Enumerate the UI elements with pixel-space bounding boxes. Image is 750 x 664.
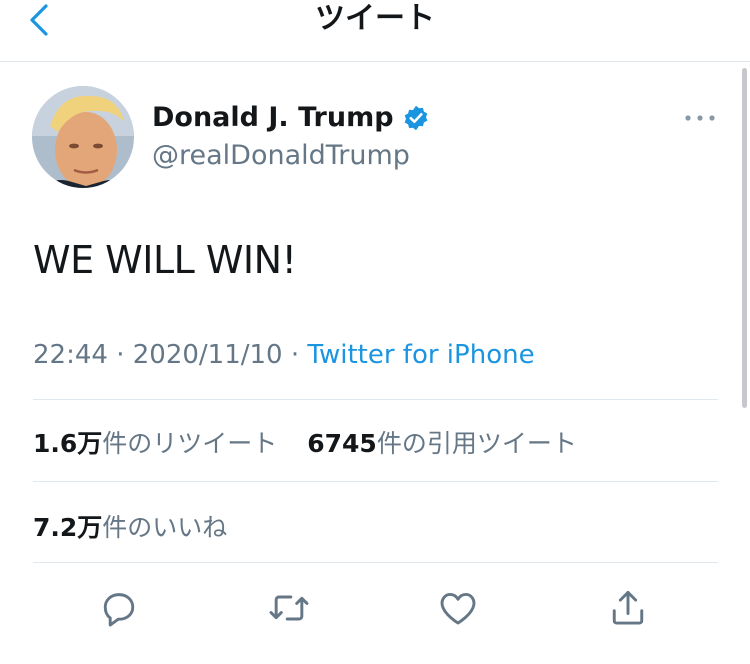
reply-icon [103, 593, 135, 627]
retweets-label: 件のリツイート [102, 429, 278, 458]
retweets-count: 1.6万 [33, 429, 103, 458]
meta-separator: · [116, 340, 125, 370]
likes-count: 7.2万 [33, 513, 103, 542]
page-title: ツイート [315, 1, 435, 36]
divider [33, 481, 718, 482]
retweet-button[interactable] [267, 586, 311, 630]
likes-label: 件のいいね [102, 513, 228, 542]
tweet-meta: 22:44 · 2020/11/10 · Twitter for iPhone [33, 340, 535, 370]
like-button[interactable] [436, 586, 480, 630]
quotes-label: 件の引用ツイート [376, 429, 577, 458]
avatar-image [32, 86, 134, 188]
retweet-icon [269, 595, 309, 621]
scrollbar[interactable] [742, 68, 747, 408]
retweets-stat[interactable]: 1.6万件のリツイート [33, 429, 277, 458]
avatar[interactable] [32, 86, 134, 188]
meta-separator: · [290, 340, 300, 370]
tweet-source-link[interactable]: Twitter for iPhone [307, 340, 534, 370]
divider [33, 562, 718, 563]
reply-button[interactable] [97, 586, 141, 630]
more-horizontal-icon [685, 115, 715, 121]
author-handle[interactable]: @realDonaldTrump [152, 140, 410, 171]
likes-stat[interactable]: 7.2万件のいいね [33, 513, 227, 542]
likes-row: 7.2万件のいいね [33, 508, 227, 544]
tweet-text: WE WILL WIN! [33, 238, 297, 282]
navigation-bar: ツイート [0, 0, 750, 62]
author-name-text: Donald J. Trump [152, 102, 394, 133]
share-icon [612, 590, 644, 625]
quotes-count: 6745 [307, 429, 377, 458]
share-button[interactable] [606, 586, 650, 630]
heart-icon [440, 592, 476, 625]
tweet-date: 2020/11/10 [132, 340, 283, 370]
more-options-button[interactable] [683, 108, 717, 128]
verified-badge-icon [404, 105, 427, 130]
stats-row: 1.6万件のリツイート 6745件の引用ツイート [33, 424, 577, 460]
author-name[interactable]: Donald J. Trump [152, 102, 430, 133]
divider [33, 399, 718, 400]
tweet-time: 22:44 [33, 340, 108, 370]
tweet-actions [0, 578, 750, 638]
quotes-stat[interactable]: 6745件の引用ツイート [307, 429, 577, 458]
